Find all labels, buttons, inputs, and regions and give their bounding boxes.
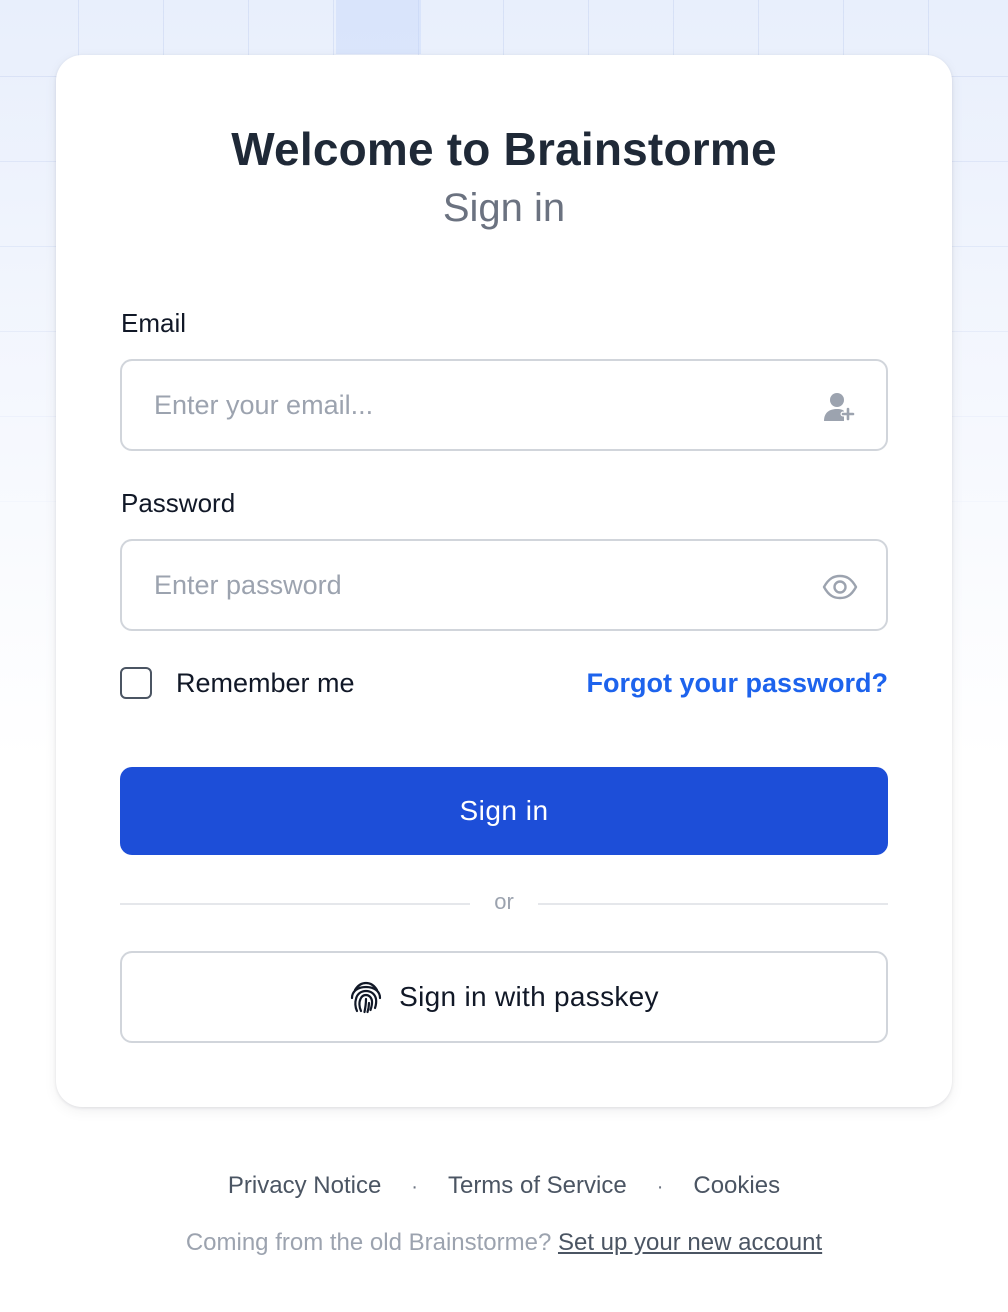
remember-me-row[interactable]: Remember me <box>120 667 355 699</box>
email-label: Email <box>121 308 187 338</box>
remember-me-checkbox[interactable] <box>120 667 152 699</box>
password-input[interactable] <box>154 541 794 629</box>
grid-highlight-cell <box>336 0 421 54</box>
email-field-wrapper <box>120 359 888 451</box>
passkey-button-label: Sign in with passkey <box>399 981 659 1012</box>
passkey-sign-in-button[interactable]: Sign in with passkey <box>120 951 888 1043</box>
password-label: Password <box>121 488 236 518</box>
sign-in-button[interactable]: Sign in <box>120 767 888 855</box>
remember-me-label[interactable]: Remember me <box>176 668 355 699</box>
terms-of-service-link[interactable]: Terms of Service <box>448 1172 627 1199</box>
user-plus-icon <box>824 393 856 422</box>
fingerprint-icon <box>351 981 382 1014</box>
setup-new-account-link[interactable]: Set up your new account <box>558 1229 822 1256</box>
footer-links: Privacy Notice · Terms of Service · Cookies <box>0 1172 1008 1200</box>
privacy-notice-link[interactable]: Privacy Notice <box>228 1172 381 1199</box>
divider-or: or <box>494 889 514 914</box>
forgot-password-link[interactable]: Forgot your password? <box>586 667 888 699</box>
legacy-account-note: Coming from the old Brainstorme? Set up … <box>0 1229 1008 1257</box>
cookies-link[interactable]: Cookies <box>693 1172 780 1199</box>
footer-separator: · <box>411 1176 418 1198</box>
footer-separator: · <box>656 1176 664 1198</box>
password-field-wrapper <box>120 539 888 631</box>
legacy-account-text: Coming from the old Brainstorme? <box>185 1229 552 1256</box>
eye-icon[interactable] <box>822 569 858 605</box>
page-subtitle: Sign in <box>442 186 566 230</box>
page-title: Welcome to Brainstorme <box>231 123 777 175</box>
divider-line-left <box>120 903 470 905</box>
divider-line-right <box>538 903 888 905</box>
email-input[interactable] <box>154 361 794 449</box>
